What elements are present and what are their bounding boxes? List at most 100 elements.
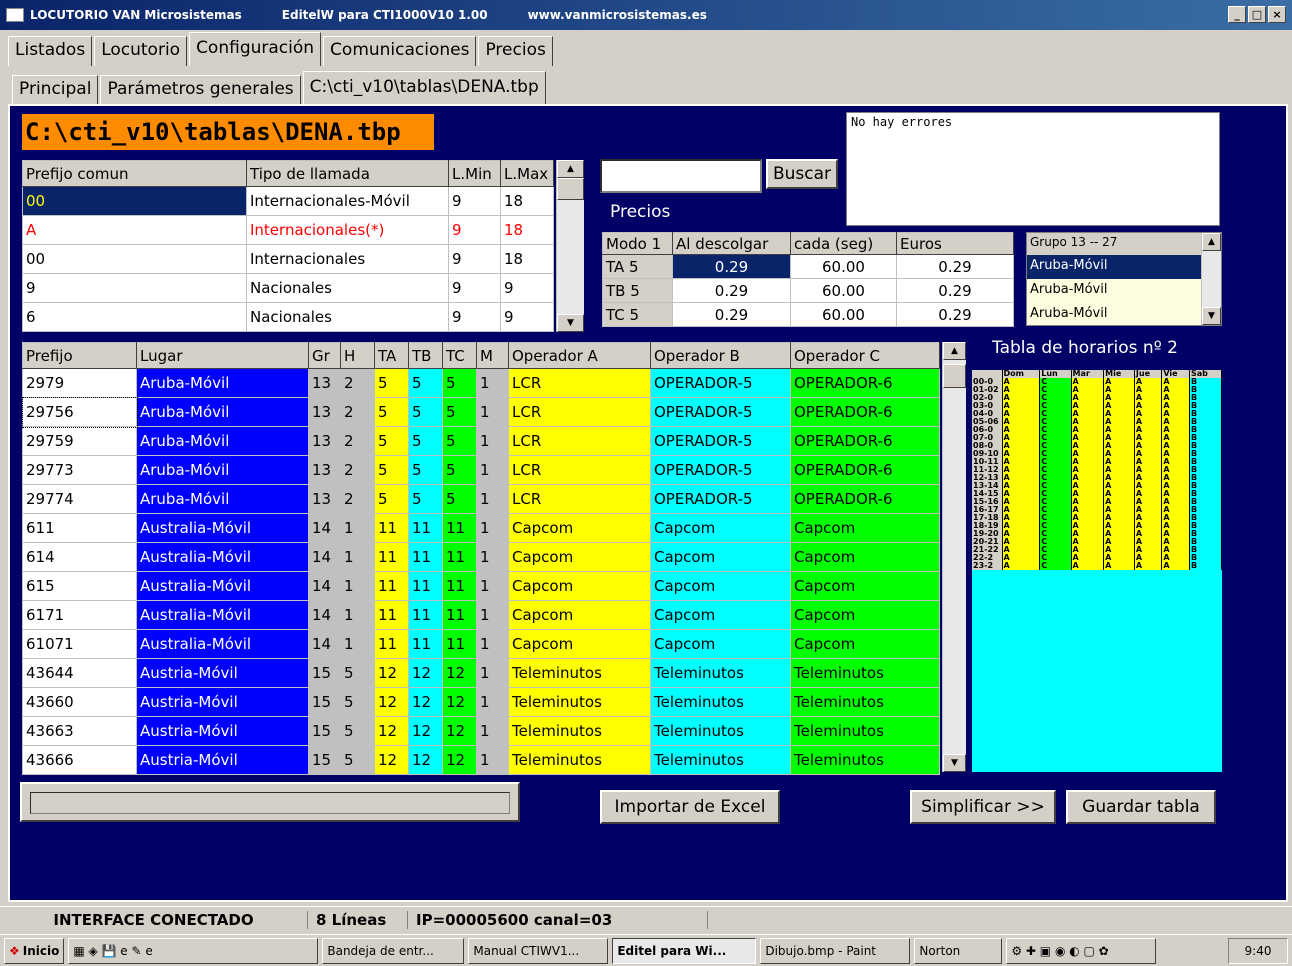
cell[interactable]: OPERADOR-6: [790, 484, 940, 514]
cell[interactable]: Nacionales: [246, 273, 449, 303]
table-row[interactable]: 43660 Austria-Móvil 15 5 12 12 12 1 Teleminutos T…: [22, 687, 940, 717]
cell[interactable]: Internacionales(*): [246, 215, 449, 245]
cell[interactable]: 0.29: [672, 254, 791, 279]
cell[interactable]: 1: [476, 600, 509, 630]
cell[interactable]: LCR: [508, 455, 651, 485]
cell[interactable]: OPERADOR-6: [790, 368, 940, 398]
cell[interactable]: 9: [448, 273, 501, 303]
cell[interactable]: 00: [22, 186, 247, 216]
cell[interactable]: 1: [476, 426, 509, 456]
cell[interactable]: 1: [476, 368, 509, 398]
cell[interactable]: Teleminutos: [790, 687, 940, 717]
cell[interactable]: 2979: [22, 368, 137, 398]
cell[interactable]: 12: [442, 658, 477, 688]
cell[interactable]: Aruba-Móvil: [136, 368, 309, 398]
cell[interactable]: Austria-Móvil: [136, 716, 309, 746]
table-row[interactable]: 611 Australia-Móvil 14 1 11 11 11 1 Capcom Capcom…: [22, 513, 940, 543]
cell[interactable]: OPERADOR-6: [790, 455, 940, 485]
tab-file[interactable]: C:\cti_v10\tablas\DENA.tbp: [302, 71, 546, 105]
scroll-down-icon[interactable]: ▼: [1202, 307, 1221, 325]
cell[interactable]: Aruba-Móvil: [136, 455, 309, 485]
cell[interactable]: 11: [442, 600, 477, 630]
cell[interactable]: 11: [442, 571, 477, 601]
cell[interactable]: Capcom: [508, 600, 651, 630]
cell[interactable]: 5: [374, 455, 409, 485]
cell[interactable]: 9: [448, 215, 501, 245]
cell[interactable]: Aruba-Móvil: [136, 484, 309, 514]
cell[interactable]: 11: [442, 513, 477, 543]
cell[interactable]: Capcom: [650, 629, 791, 659]
cell[interactable]: 0.29: [672, 302, 791, 327]
cell[interactable]: 6171: [22, 600, 137, 630]
cell[interactable]: 5: [340, 658, 375, 688]
scroll-thumb[interactable]: [943, 364, 966, 388]
cell[interactable]: 9: [448, 244, 501, 274]
cell[interactable]: 60.00: [790, 302, 897, 327]
col-header[interactable]: M: [476, 342, 509, 369]
cell[interactable]: Capcom: [790, 513, 940, 543]
table-row[interactable]: 29759 Aruba-Móvil 13 2 5 5 5 1 LCR OPERADOR-5 OPER…: [22, 426, 940, 456]
col-header[interactable]: TB: [408, 342, 443, 369]
cell[interactable]: 0.29: [896, 254, 1014, 279]
cell[interactable]: 43663: [22, 716, 137, 746]
cell[interactable]: 2: [340, 455, 375, 485]
tab-listados[interactable]: Listados: [8, 36, 93, 66]
cell[interactable]: Teleminutos: [790, 716, 940, 746]
cell[interactable]: Internacionales-Móvil: [246, 186, 449, 216]
cell[interactable]: Capcom: [790, 629, 940, 659]
cell[interactable]: Teleminutos: [650, 716, 791, 746]
cell[interactable]: 1: [476, 542, 509, 572]
cell[interactable]: 29774: [22, 484, 137, 514]
col-header[interactable]: Tipo de llamada: [246, 160, 449, 187]
cell[interactable]: 1: [476, 687, 509, 717]
cell[interactable]: Capcom: [790, 542, 940, 572]
cell[interactable]: 2: [340, 426, 375, 456]
cell[interactable]: Austria-Móvil: [136, 658, 309, 688]
quick-launch[interactable]: ▦ ◈ 💾 e ✎ e: [68, 937, 319, 964]
cell[interactable]: 5: [408, 368, 443, 398]
scroll-down-icon[interactable]: ▼: [557, 314, 584, 332]
cell[interactable]: 0.29: [672, 278, 791, 303]
cell[interactable]: Australia-Móvil: [136, 629, 309, 659]
cell[interactable]: 11: [374, 571, 409, 601]
cell[interactable]: Teleminutos: [508, 687, 651, 717]
cell[interactable]: Nacionales: [246, 302, 449, 332]
cell[interactable]: Capcom: [790, 571, 940, 601]
col-header[interactable]: Prefijo: [22, 342, 137, 369]
cell[interactable]: Teleminutos: [650, 745, 791, 775]
cell[interactable]: 11: [374, 513, 409, 543]
task-manual[interactable]: Manual CTIWV1...: [468, 937, 609, 964]
tab-principal[interactable]: Principal: [12, 75, 99, 105]
search-input[interactable]: [600, 159, 762, 193]
cell[interactable]: Capcom: [650, 600, 791, 630]
cell[interactable]: 1: [340, 571, 375, 601]
cell[interactable]: 1: [476, 745, 509, 775]
cell[interactable]: 5: [442, 484, 477, 514]
schedule-cell[interactable]: A: [1002, 562, 1041, 570]
cell[interactable]: 14: [308, 629, 341, 659]
cell[interactable]: Capcom: [650, 571, 791, 601]
cell[interactable]: 11: [408, 513, 443, 543]
cell[interactable]: 5: [374, 368, 409, 398]
table-row[interactable]: 614 Australia-Móvil 14 1 11 11 11 1 Capcom Capcom…: [22, 542, 940, 572]
group-list[interactable]: Grupo 13 -- 27 Aruba-Móvil Aruba-Móvil A…: [1026, 232, 1222, 326]
cell[interactable]: 18: [500, 186, 554, 216]
cell[interactable]: 9: [448, 302, 501, 332]
col-header[interactable]: TA: [374, 342, 409, 369]
cell[interactable]: 14: [308, 513, 341, 543]
tab-comunicaciones[interactable]: Comunicaciones: [323, 36, 477, 66]
cell[interactable]: 1: [476, 455, 509, 485]
schedule-cell[interactable]: C: [1039, 562, 1072, 570]
task-inbox[interactable]: Bandeja de entr...: [322, 937, 465, 964]
cell[interactable]: 18: [500, 244, 554, 274]
cell[interactable]: Capcom: [790, 600, 940, 630]
col-header[interactable]: Operador C: [790, 342, 940, 369]
cell[interactable]: 5: [340, 687, 375, 717]
cell[interactable]: Australia-Móvil: [136, 542, 309, 572]
col-header[interactable]: L.Max: [500, 160, 554, 187]
cell[interactable]: 14: [308, 600, 341, 630]
scroll-thumb[interactable]: [557, 178, 584, 200]
scroll-down-icon[interactable]: ▼: [943, 754, 966, 772]
cell[interactable]: 611: [22, 513, 137, 543]
cell[interactable]: 60.00: [790, 254, 897, 279]
